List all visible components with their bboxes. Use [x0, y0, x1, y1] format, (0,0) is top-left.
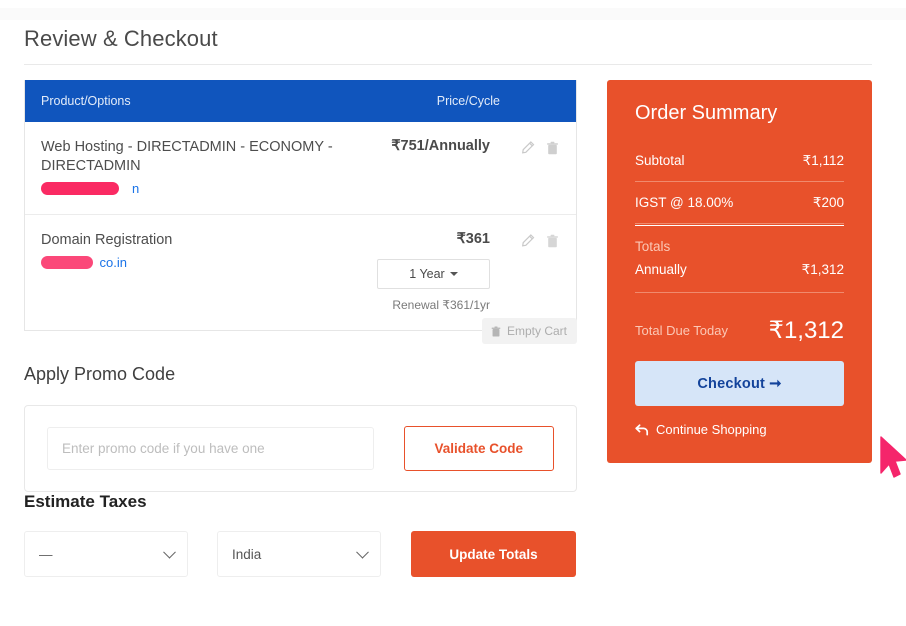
annually-line: Annually ₹1,312: [635, 262, 844, 292]
row-actions: [498, 138, 560, 198]
subtotal-value: ₹1,112: [803, 153, 844, 169]
divider-strong: [635, 225, 844, 226]
redaction-bar: [41, 256, 93, 269]
chevron-down-icon: [356, 546, 369, 559]
annually-label: Annually: [635, 262, 687, 278]
annually-value: ₹1,312: [802, 262, 844, 278]
tax-value: ₹200: [813, 195, 844, 211]
pencil-icon[interactable]: [520, 140, 535, 156]
continue-shopping-link[interactable]: Continue Shopping: [635, 422, 844, 437]
price-cell: ₹361 1 Year Renewal ₹361/1yr: [348, 231, 498, 314]
checkout-label: Checkout: [697, 376, 765, 392]
trash-icon[interactable]: [545, 233, 560, 249]
renewal-note: Renewal ₹361/1yr: [348, 298, 490, 312]
cart-table: Product/Options Price/Cycle Web Hosting …: [24, 80, 577, 331]
estimate-taxes-row: — India Update Totals: [24, 531, 576, 577]
trash-icon: [490, 325, 502, 338]
promo-code-input[interactable]: [47, 427, 374, 470]
pencil-icon[interactable]: [520, 233, 535, 249]
divider: [635, 181, 844, 182]
divider: [635, 292, 844, 293]
continue-shopping-label: Continue Shopping: [656, 422, 767, 437]
billing-cycle-value: 1 Year: [409, 267, 444, 281]
page-title: Review & Checkout: [24, 26, 218, 52]
product-name: Web Hosting - DIRECTADMIN - ECONOMY - DI…: [41, 138, 336, 176]
mouse-cursor: [878, 433, 906, 481]
chevron-down-icon: [163, 546, 176, 559]
product-cell: Web Hosting - DIRECTADMIN - ECONOMY - DI…: [41, 138, 348, 198]
domain-suffix: co.in: [100, 255, 127, 270]
arrow-back-icon: [635, 424, 649, 436]
price-cell: ₹751/Annually: [348, 138, 498, 198]
arrow-right-icon: ➞: [769, 376, 781, 392]
validate-code-button[interactable]: Validate Code: [404, 426, 554, 471]
cart-table-header: Product/Options Price/Cycle: [25, 80, 576, 122]
promo-heading: Apply Promo Code: [24, 364, 175, 385]
table-row: Domain Registration xxxxxxxxxco.in ₹361 …: [25, 215, 576, 330]
promo-box: Validate Code: [24, 405, 577, 492]
trash-icon[interactable]: [545, 140, 560, 156]
column-header-product: Product/Options: [41, 94, 360, 108]
billing-cycle-select[interactable]: 1 Year: [377, 259, 490, 289]
update-totals-button[interactable]: Update Totals: [411, 531, 576, 577]
estimate-taxes-heading: Estimate Taxes: [24, 492, 147, 512]
country-select[interactable]: India: [217, 531, 381, 577]
subtotal-label: Subtotal: [635, 153, 685, 168]
order-summary-title: Order Summary: [635, 102, 844, 125]
title-divider: [24, 64, 872, 65]
order-summary-card: Order Summary Subtotal ₹1,112 IGST @ 18.…: [607, 80, 872, 463]
product-name: Domain Registration: [41, 231, 336, 250]
column-header-price: Price/Cycle: [360, 94, 560, 108]
product-domain: xxxxxxxxxco.in: [41, 255, 127, 270]
price-value: ₹751/Annually: [348, 138, 490, 154]
totals-label: Totals: [635, 239, 844, 262]
tax-line: IGST @ 18.00% ₹200: [635, 195, 844, 223]
subtotal-line: Subtotal ₹1,112: [635, 153, 844, 181]
total-due-today-label: Total Due Today: [635, 323, 728, 338]
empty-cart-label: Empty Cart: [507, 324, 567, 338]
divider: [635, 223, 844, 224]
row-actions: [498, 231, 560, 314]
country-select-value: India: [232, 547, 261, 562]
table-row: Web Hosting - DIRECTADMIN - ECONOMY - DI…: [25, 122, 576, 215]
product-cell: Domain Registration xxxxxxxxxco.in: [41, 231, 348, 314]
chevron-down-icon: [450, 272, 458, 276]
cart-footer: Empty Cart: [24, 318, 577, 344]
product-domain: xxxxxxxxxxxxxxn: [41, 181, 139, 196]
checkout-button[interactable]: Checkout ➞: [635, 361, 844, 406]
state-select-value: —: [39, 547, 53, 562]
state-select[interactable]: —: [24, 531, 188, 577]
price-value: ₹361: [348, 231, 490, 247]
empty-cart-button[interactable]: Empty Cart: [482, 318, 577, 344]
redaction-bar: [41, 182, 119, 195]
domain-suffix: n: [132, 181, 139, 196]
tax-label: IGST @ 18.00%: [635, 195, 733, 210]
top-band: [0, 8, 906, 20]
total-due-today-row: Total Due Today ₹1,312: [635, 306, 844, 361]
total-due-today-value: ₹1,312: [769, 316, 844, 345]
checkout-page: Review & Checkout Product/Options Price/…: [0, 0, 906, 626]
